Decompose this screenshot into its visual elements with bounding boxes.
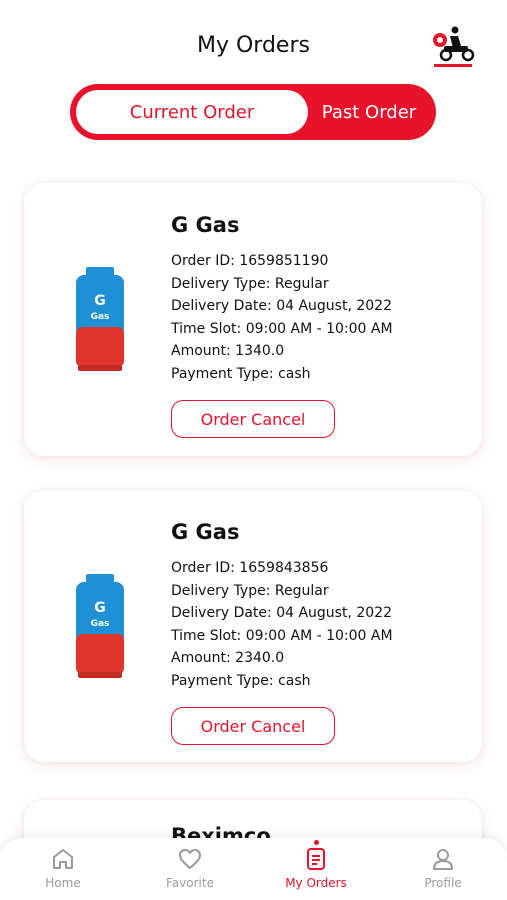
heart-icon <box>179 849 201 869</box>
time-slot: Time Slot: 09:00 AM - 10:00 AM <box>171 628 393 644</box>
home-icon <box>53 849 73 869</box>
delivery-type: Delivery Type: Regular <box>171 276 329 292</box>
gas-delivery-logo-icon <box>433 26 475 67</box>
nav-favorite[interactable]: Favorite <box>127 846 253 898</box>
nav-label: Profile <box>424 876 462 890</box>
time-slot: Time Slot: 09:00 AM - 10:00 AM <box>171 321 393 337</box>
profile-icon <box>433 849 453 870</box>
tab-current-order[interactable]: Current Order <box>76 90 308 134</box>
payment-type: Payment Type: cash <box>171 673 311 689</box>
order-id: Order ID: 1659851190 <box>171 253 329 269</box>
svg-text:G: G <box>94 600 106 616</box>
delivery-date: Delivery Date: 04 August, 2022 <box>171 605 392 621</box>
active-indicator <box>313 840 319 845</box>
gas-cylinder-icon: G Gas <box>76 574 124 678</box>
bottom-nav: Home Favorite My Orders Profile <box>0 838 507 900</box>
order-tabs: Current Order Past Order <box>70 84 436 140</box>
gas-cylinder-icon: G Gas <box>76 267 124 371</box>
product-name: G Gas <box>171 520 240 544</box>
product-name: G Gas <box>171 213 240 237</box>
svg-text:G: G <box>94 293 106 309</box>
nav-profile[interactable]: Profile <box>380 846 506 898</box>
tab-past-order[interactable]: Past Order <box>308 90 430 134</box>
orders-icon <box>307 848 325 870</box>
amount: Amount: 2340.0 <box>171 650 285 666</box>
order-card: G Gas G Gas Order ID: 1659843856 Deliver… <box>24 490 482 762</box>
nav-label: Home <box>45 876 81 890</box>
delivery-date: Delivery Date: 04 August, 2022 <box>171 298 392 314</box>
payment-type: Payment Type: cash <box>171 366 311 382</box>
delivery-type: Delivery Type: Regular <box>171 583 329 599</box>
header: My Orders <box>0 0 507 80</box>
order-card: G Gas G Gas Order ID: 1659851190 Deliver… <box>24 183 482 456</box>
order-id: Order ID: 1659843856 <box>171 560 329 576</box>
svg-text:Gas: Gas <box>91 312 110 322</box>
nav-label: My Orders <box>285 876 347 890</box>
svg-text:Gas: Gas <box>91 619 110 629</box>
amount: Amount: 1340.0 <box>171 343 285 359</box>
order-cancel-button[interactable]: Order Cancel <box>171 707 335 745</box>
nav-home[interactable]: Home <box>0 846 126 898</box>
nav-my-orders[interactable]: My Orders <box>253 840 379 898</box>
order-cancel-button[interactable]: Order Cancel <box>171 400 335 438</box>
nav-label: Favorite <box>166 876 214 890</box>
